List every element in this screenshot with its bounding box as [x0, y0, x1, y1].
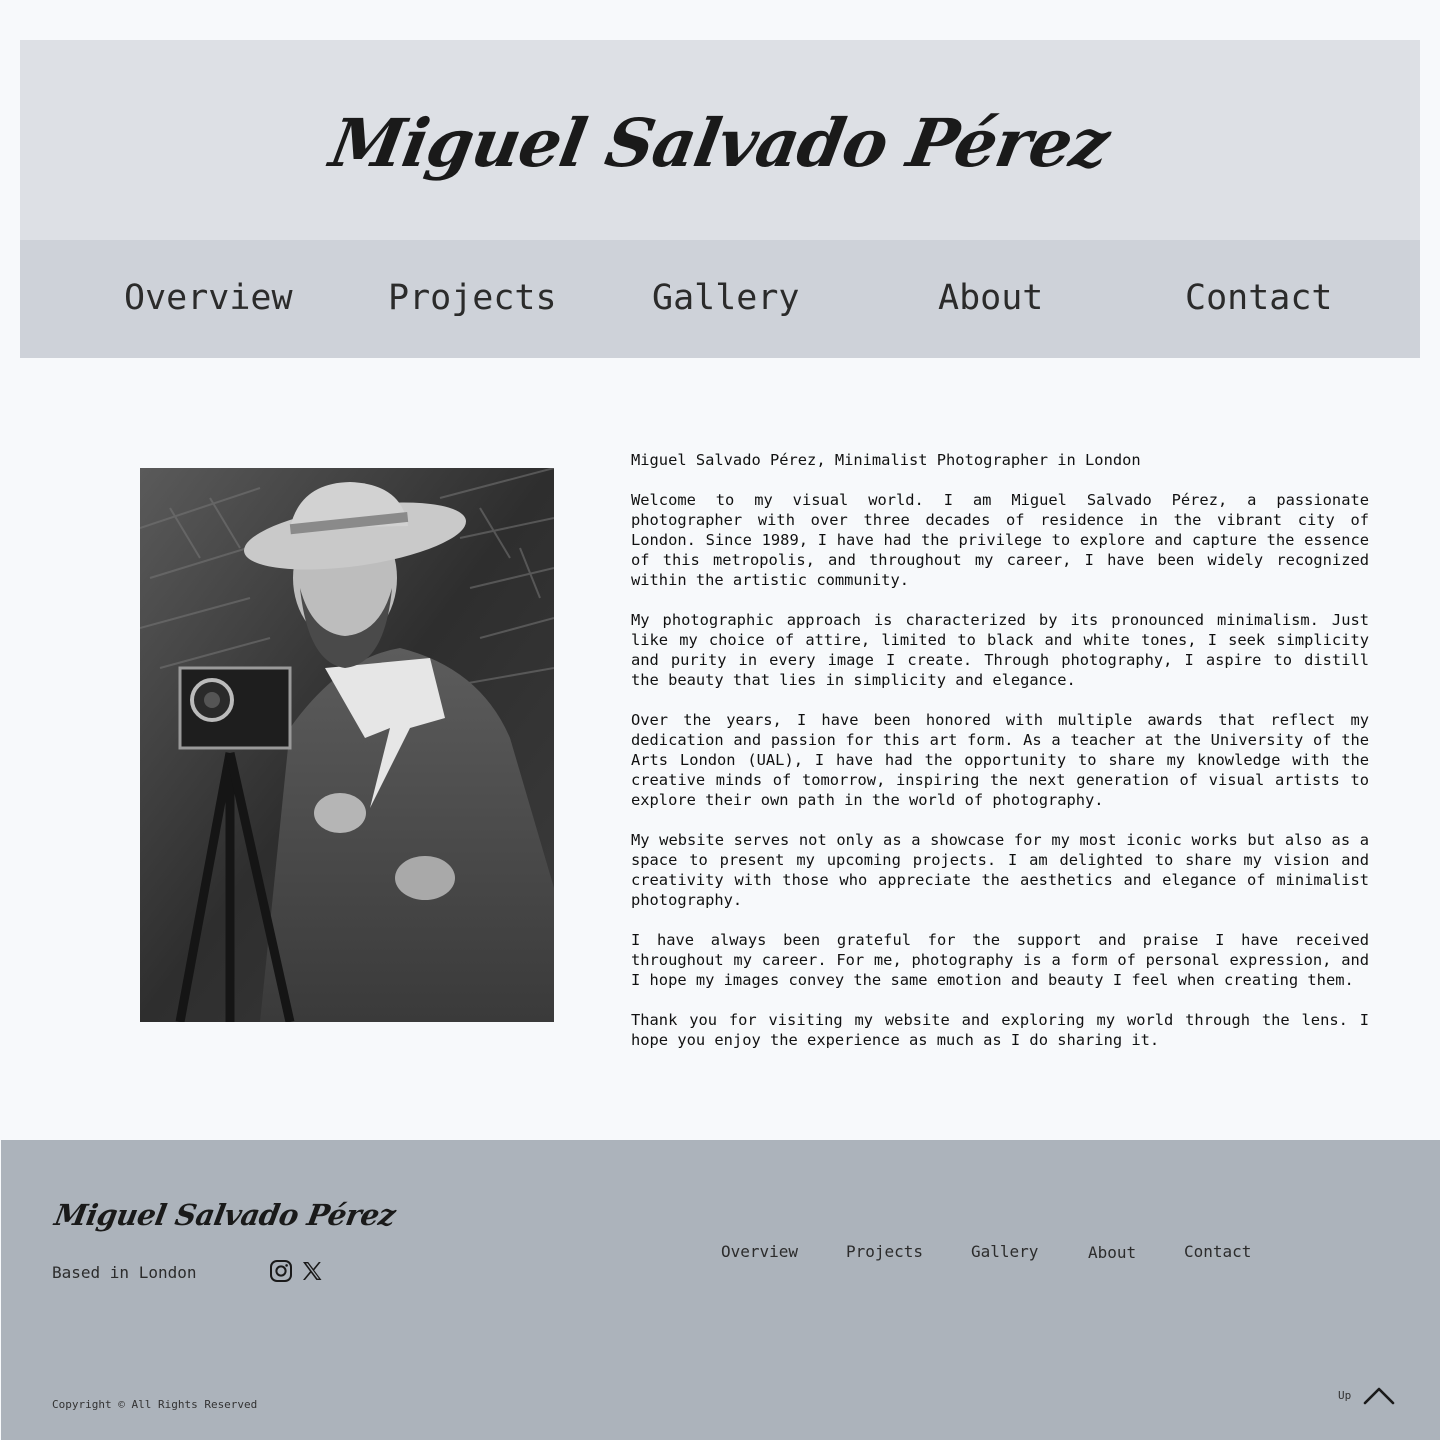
site-footer: Miguel Salvado Pérez Based in London Ove… — [1, 1140, 1440, 1440]
copyright-text: Copyright © All Rights Reserved — [52, 1398, 258, 1411]
nav-item-about[interactable]: About — [938, 278, 1043, 318]
bio-paragraph: My website serves not only as a showcase… — [631, 831, 1369, 909]
nav-item-contact[interactable]: Contact — [1185, 278, 1333, 318]
instagram-icon[interactable] — [269, 1259, 293, 1283]
footer-nav-overview[interactable]: Overview — [721, 1242, 798, 1261]
footer-logo[interactable]: Miguel Salvado Pérez — [52, 1198, 398, 1232]
bio-section: Miguel Salvado Pérez, Minimalist Photogr… — [631, 450, 1369, 1070]
bio-paragraph: I have always been grateful for the supp… — [631, 931, 1369, 989]
chevron-up-icon[interactable] — [1362, 1383, 1396, 1407]
nav-item-overview[interactable]: Overview — [124, 278, 293, 318]
site-logo-title[interactable]: Miguel Salvado Pérez — [325, 98, 1116, 182]
bio-heading: Miguel Salvado Pérez, Minimalist Photogr… — [631, 451, 1141, 469]
main-nav: Overview Projects Gallery About Contact — [20, 240, 1420, 358]
site-header: Miguel Salvado Pérez — [20, 40, 1420, 240]
bio-paragraph: Welcome to my visual world. I am Miguel … — [631, 491, 1369, 589]
footer-location: Based in London — [52, 1263, 197, 1282]
back-to-top-label[interactable]: Up — [1338, 1389, 1351, 1402]
nav-item-projects[interactable]: Projects — [388, 278, 557, 318]
photographer-portrait — [140, 468, 554, 1022]
footer-nav-about[interactable]: About — [1088, 1243, 1136, 1262]
footer-nav-gallery[interactable]: Gallery — [971, 1242, 1038, 1261]
footer-nav-contact[interactable]: Contact — [1184, 1242, 1251, 1261]
footer-nav-projects[interactable]: Projects — [846, 1242, 923, 1261]
bio-paragraph: Over the years, I have been honored with… — [631, 711, 1369, 809]
nav-item-gallery[interactable]: Gallery — [652, 278, 800, 318]
bio-paragraph: My photographic approach is characterize… — [631, 611, 1369, 689]
x-icon[interactable] — [300, 1259, 324, 1283]
bio-paragraph: Thank you for visiting my website and ex… — [631, 1011, 1369, 1049]
